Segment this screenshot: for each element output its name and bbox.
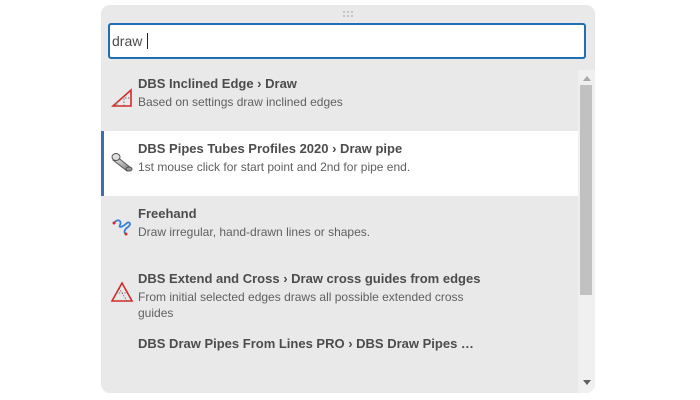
result-item-inclined-edge[interactable]: DBS Inclined Edge › Draw Based on settin… xyxy=(101,66,578,131)
inclined-edge-icon xyxy=(110,86,133,108)
search-box[interactable] xyxy=(108,23,586,59)
result-description: 1st mouse click for start point and 2nd … xyxy=(138,160,411,174)
result-item-draw-pipe[interactable]: DBS Pipes Tubes Profiles 2020 › Draw pip… xyxy=(101,131,578,196)
drag-dot xyxy=(351,15,353,17)
result-title: DBS Inclined Edge › Draw xyxy=(138,76,297,91)
search-results-list: DBS Inclined Edge › Draw Based on settin… xyxy=(101,66,578,393)
scroll-down-arrow-icon[interactable] xyxy=(578,376,595,388)
result-description: Based on settings draw inclined edges xyxy=(138,95,343,109)
search-input[interactable] xyxy=(112,25,572,57)
drag-dot xyxy=(347,11,349,13)
result-title: Freehand xyxy=(138,206,197,221)
drag-handle[interactable] xyxy=(342,10,354,18)
freehand-icon xyxy=(111,216,133,238)
scroll-up-arrow-icon[interactable] xyxy=(578,72,595,84)
drag-dot xyxy=(347,15,349,17)
result-item-draw-pipes-pro[interactable]: DBS Draw Pipes From Lines PRO › DBS Draw… xyxy=(101,326,578,391)
result-item-cross-guides[interactable]: DBS Extend and Cross › Draw cross guides… xyxy=(101,261,578,326)
pipe-icon xyxy=(111,151,133,173)
cross-guides-icon xyxy=(110,281,134,303)
drag-dot xyxy=(343,15,345,17)
results-scrollbar[interactable] xyxy=(578,70,595,393)
drag-dot xyxy=(351,11,353,13)
scroll-thumb[interactable] xyxy=(580,85,592,295)
result-item-freehand[interactable]: Freehand Draw irregular, hand-drawn line… xyxy=(101,196,578,261)
command-search-panel: DBS Inclined Edge › Draw Based on settin… xyxy=(101,5,595,393)
result-title: DBS Extend and Cross › Draw cross guides… xyxy=(138,271,481,286)
text-caret xyxy=(147,33,148,49)
result-description: Draw irregular, hand-drawn lines or shap… xyxy=(138,225,371,239)
result-title: DBS Draw Pipes From Lines PRO › DBS Draw… xyxy=(138,336,474,351)
result-description: From initial selected edges draws all po… xyxy=(138,290,464,320)
result-title: DBS Pipes Tubes Profiles 2020 › Draw pip… xyxy=(138,141,403,156)
drag-dot xyxy=(343,11,345,13)
